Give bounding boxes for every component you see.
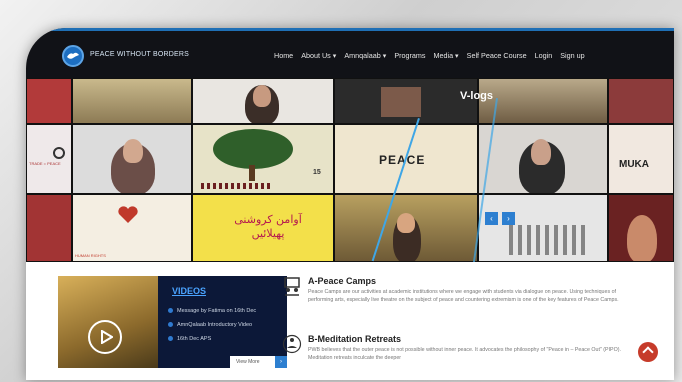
top-navbar: PEACE WITHOUT BORDERS Home About Us ▾ Am… [26, 28, 674, 80]
vlog-thumbnail[interactable] [192, 78, 334, 124]
video-link[interactable]: AmnQalaab Introductory Video [168, 322, 252, 328]
group-graphic [509, 225, 589, 255]
chevron-right-icon: › [275, 356, 287, 368]
tile-number: 15 [313, 169, 321, 176]
vlog-thumbnail[interactable] [608, 194, 674, 262]
browser-viewport: PEACE WITHOUT BORDERS Home About Us ▾ Am… [26, 28, 674, 380]
classroom-icon [282, 276, 302, 296]
vlog-thumbnail[interactable]: HUMAN RIGHTS [72, 194, 192, 262]
muka-label: MUKA [619, 159, 649, 170]
speaker-face [123, 139, 143, 163]
trade-peace-label: TRADE = PEACE [29, 161, 61, 166]
crowd-graphic [201, 183, 271, 189]
child-face [397, 213, 415, 233]
play-icon[interactable] [88, 320, 122, 354]
vlogs-title: V-logs [460, 90, 494, 102]
chat-icon[interactable] [638, 342, 658, 362]
vlog-thumbnail[interactable]: آوامن کروشنی پھیلائیں [192, 194, 334, 262]
videos-list: VIDEOS Message by Fatima on 16th Dec Amn… [158, 276, 287, 368]
view-more-button[interactable]: View More › [230, 356, 287, 368]
nav-sign-up[interactable]: Sign up [558, 51, 586, 60]
nav-about-us[interactable]: About Us ▾ [299, 51, 338, 60]
tree-trunk [249, 165, 255, 181]
vlog-thumbnail[interactable] [72, 124, 192, 194]
carousel-next-button[interactable]: › [502, 212, 515, 225]
vlog-thumbnail[interactable]: 15 [192, 124, 334, 194]
vlog-thumbnail[interactable]: MUKA [608, 124, 674, 194]
peace-camps-section: A-Peace Camps Peace Camps are our activi… [284, 276, 638, 304]
vlog-thumbnail[interactable] [608, 78, 674, 124]
vlog-thumbnail[interactable] [478, 194, 608, 262]
vlog-thumbnail[interactable]: TRADE = PEACE [26, 124, 72, 194]
meditation-icon [282, 334, 302, 354]
nav-home[interactable]: Home [272, 51, 295, 60]
video-link-label: Message by Fatima on 16th Dec [177, 308, 257, 314]
human-rights-label: HUMAN RIGHTS [75, 253, 106, 258]
urdu-text: آوامن کروشنی پھیلائیں [234, 213, 302, 240]
vlog-thumbnail[interactable] [334, 78, 478, 124]
heart-hands-icon [117, 205, 139, 225]
brand-name[interactable]: PEACE WITHOUT BORDERS [90, 51, 189, 58]
main-menu: Home About Us ▾ Amnqalaab ▾ Programs Med… [272, 51, 587, 60]
videos-heading[interactable]: VIDEOS [172, 286, 206, 296]
nav-programs[interactable]: Programs [392, 51, 427, 60]
nav-login[interactable]: Login [533, 51, 555, 60]
speaker-face [253, 85, 271, 107]
speaker-figure [627, 215, 657, 261]
video-link[interactable]: 16th Dec APS [168, 336, 211, 342]
section-title[interactable]: A-Peace Camps [308, 276, 638, 286]
vlogs-carousel: TRADE = PEACE 15 PEACE MUKA HUMAN RIGHTS… [26, 78, 674, 262]
video-thumbnail[interactable] [58, 276, 158, 368]
nav-self-peace-course[interactable]: Self Peace Course [465, 51, 529, 60]
section-title[interactable]: B-Meditation Retreats [308, 334, 638, 344]
vlog-thumbnail[interactable] [478, 124, 608, 194]
vlog-thumbnail[interactable] [26, 194, 72, 262]
vlog-thumbnail[interactable] [72, 78, 192, 124]
section-text: Peace Camps are our activities at academ… [308, 289, 619, 303]
video-link-label: AmnQalaab Introductory Video [177, 322, 253, 328]
meditation-retreats-section: B-Meditation Retreats PWB believes that … [282, 334, 638, 362]
vlog-thumbnail[interactable] [26, 78, 72, 124]
vlog-thumbnail[interactable] [334, 194, 478, 262]
content-section: VIDEOS Message by Fatima on 16th Dec Amn… [26, 262, 674, 380]
poster-graphic [381, 87, 421, 117]
video-link-label: 16th Dec APS [177, 336, 212, 342]
speaker-face [531, 139, 551, 165]
video-link[interactable]: Message by Fatima on 16th Dec [168, 308, 256, 314]
nav-media[interactable]: Media ▾ [431, 51, 460, 60]
section-text: PWB believes that the outer peace is not… [308, 347, 621, 361]
logo-icon[interactable] [62, 45, 84, 67]
bullet-icon [168, 308, 173, 314]
bullet-icon [168, 336, 173, 342]
peace-sign-icon [53, 147, 65, 159]
tree-graphic [213, 129, 293, 169]
view-more-label: View More [236, 359, 260, 365]
bullet-icon [168, 322, 173, 328]
nav-amnqalaab[interactable]: Amnqalaab ▾ [342, 51, 388, 60]
videos-panel: VIDEOS Message by Fatima on 16th Dec Amn… [58, 276, 287, 368]
carousel-prev-button[interactable]: ‹ [485, 212, 498, 225]
